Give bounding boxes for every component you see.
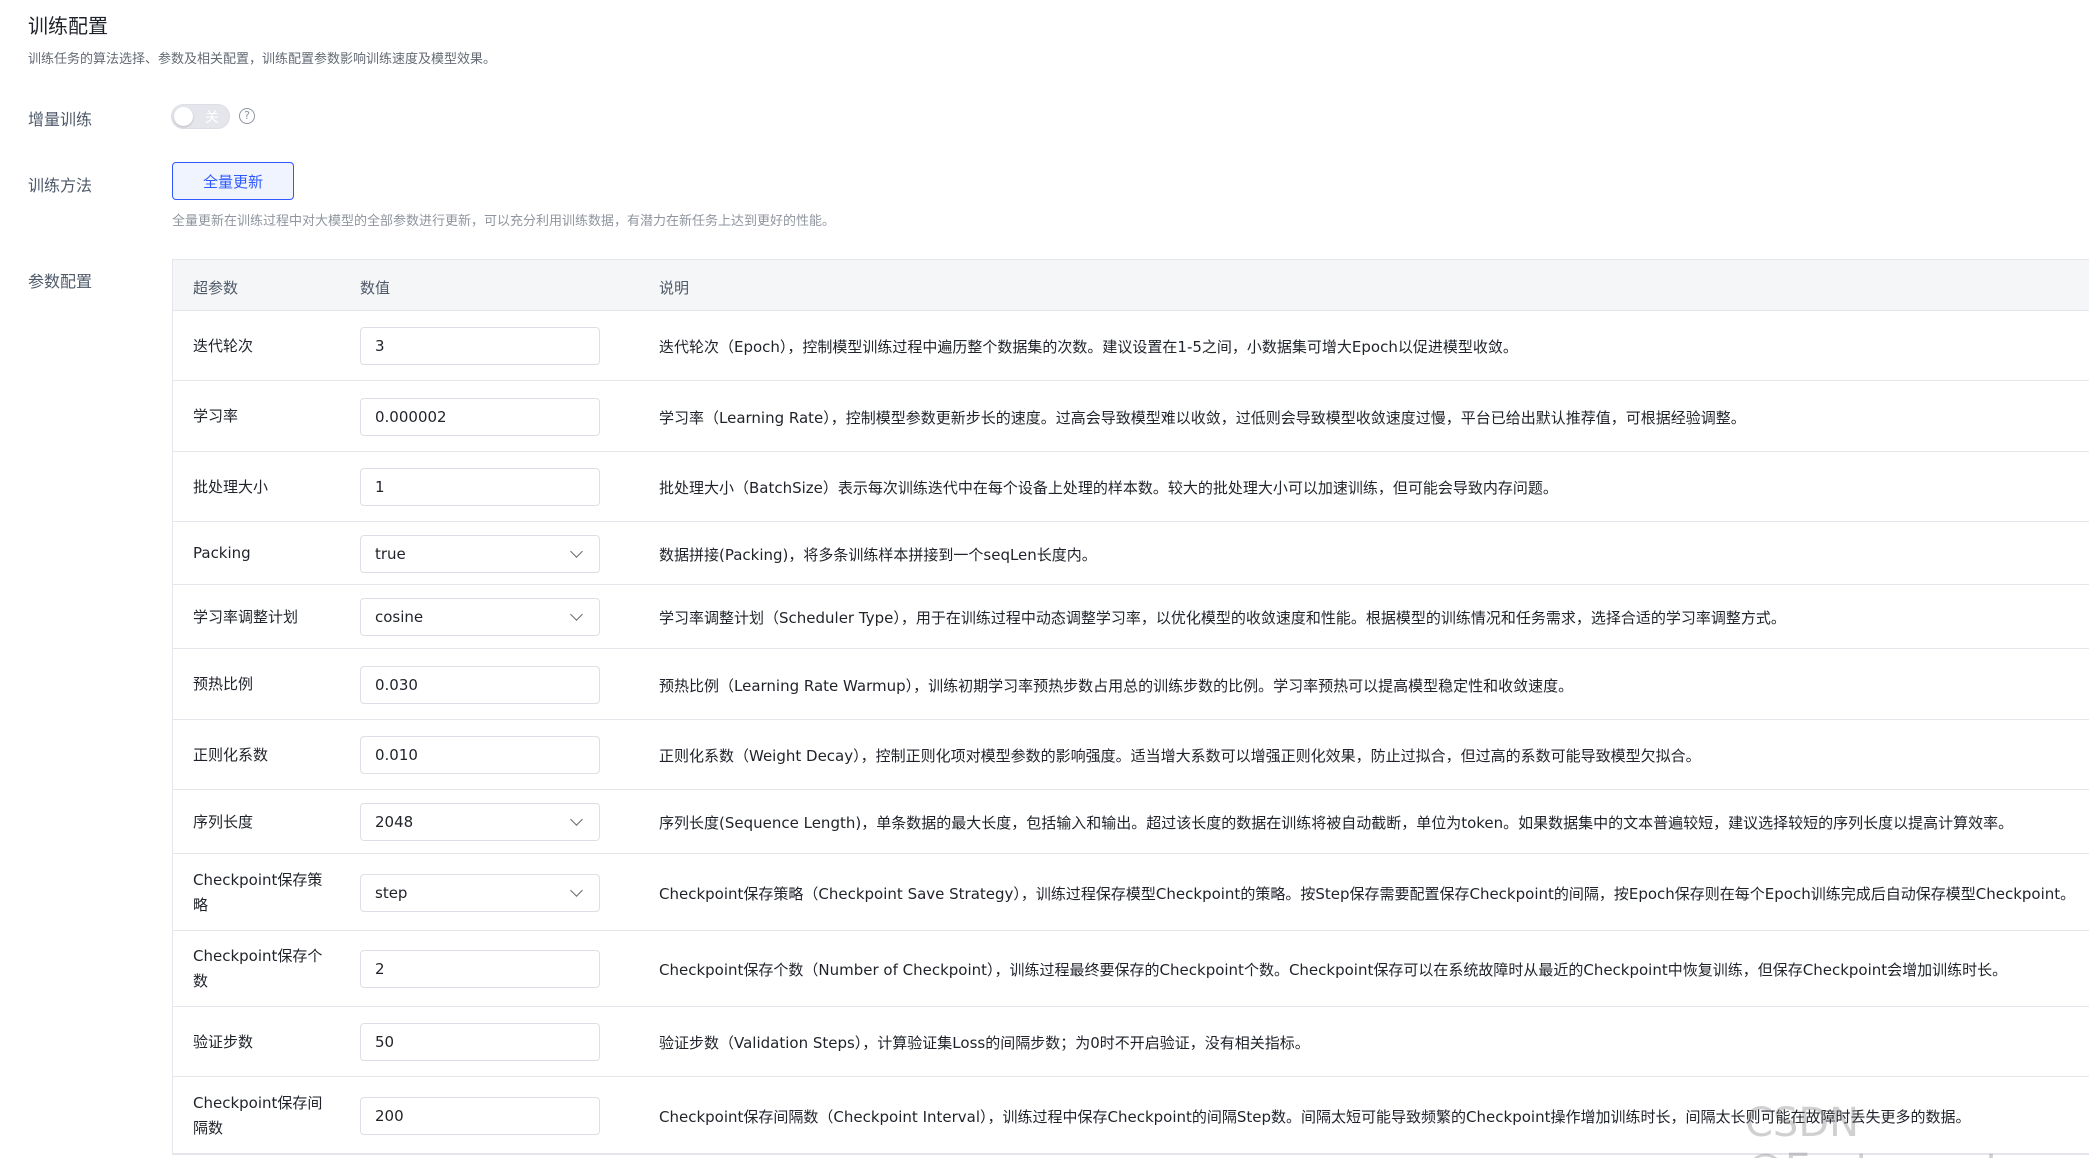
page-title: 训练配置 [28, 14, 108, 38]
param-name: 批处理大小 [193, 477, 269, 496]
param-description: 验证步数（Validation Steps），计算验证集Loss的间隔步数；为0… [659, 1034, 1310, 1052]
param-input[interactable]: 3 [360, 327, 600, 365]
table-row: 学习率 0.000002 学习率（Learning Rate），控制模型参数更新步长… [173, 381, 2089, 452]
table-row: 学习率调整计划 cosine 学习率调整计划（Scheduler Type），用于在… [173, 585, 2089, 649]
param-name: 迭代轮次 [193, 336, 254, 355]
param-description: 学习率调整计划（Scheduler Type），用于在训练过程中动态调整学习率，… [659, 609, 1786, 627]
param-input[interactable]: 0.010 [360, 736, 600, 774]
params-table: 超参数 数值 说明 迭代轮次 3 迭代轮次（Epoch），控制模型训练过程中遍历整个… [172, 259, 2089, 1155]
param-value: 3 [375, 337, 385, 355]
param-select[interactable]: step [360, 873, 600, 912]
param-input[interactable]: 2 [360, 950, 600, 988]
param-name: 学习率调整计划 [193, 607, 299, 626]
chevron-down-icon [570, 544, 583, 558]
param-value: 2 [375, 960, 385, 978]
table-row: 预热比例 0.030 预热比例（Learning Rate Warmup），训练初期… [173, 649, 2089, 720]
table-header: 超参数 数值 说明 [173, 260, 2089, 311]
table-row: 批处理大小 1 批处理大小（BatchSize）表示每次训练迭代中在每个设备上处理的… [173, 452, 2089, 522]
table-row: 验证步数 50 验证步数（Validation Steps），计算验证集Loss的间… [173, 1007, 2089, 1077]
full-update-button[interactable]: 全量更新 [172, 162, 294, 200]
column-header-value: 数值 [360, 279, 391, 297]
help-icon[interactable]: ? [239, 108, 255, 124]
param-name: 验证步数 [193, 1032, 254, 1051]
param-value: 50 [375, 1033, 395, 1051]
param-name: 正则化系数 [193, 745, 269, 764]
param-value: true [375, 544, 406, 563]
param-description: 迭代轮次（Epoch），控制模型训练过程中遍历整个数据集的次数。建议设置在1-5… [659, 338, 1518, 356]
param-value: 2048 [375, 813, 414, 831]
method-description: 全量更新在训练过程中对大模型的全部参数进行更新，可以充分利用训练数据，有潜力在新… [172, 214, 836, 229]
incremental-toggle[interactable]: 关 [171, 104, 230, 129]
table-row: 正则化系数 0.010 正则化系数（Weight Decay），控制正则化项对模型参… [173, 720, 2089, 790]
param-name: Checkpoint保存间隔数 [193, 1093, 323, 1137]
table-row: Packing true 数据拼接(Packing)，将多条训练样本拼接到一个seq… [173, 522, 2089, 585]
param-value: cosine [375, 608, 424, 626]
param-value: 0.010 [375, 746, 418, 764]
param-description: 批处理大小（BatchSize）表示每次训练迭代中在每个设备上处理的样本数。较大… [659, 479, 1558, 497]
toggle-text: 关 [205, 110, 219, 126]
param-description: 学习率（Learning Rate），控制模型参数更新步长的速度。过高会导致模型… [659, 408, 1746, 427]
param-value: 200 [375, 1106, 404, 1125]
chevron-down-icon [570, 608, 583, 621]
param-name: Packing [193, 544, 251, 562]
params-label: 参数配置 [28, 272, 93, 291]
column-header-desc: 说明 [659, 279, 690, 297]
param-description: 数据拼接(Packing)，将多条训练样本拼接到一个seqLen长度内。 [659, 545, 1097, 564]
param-input[interactable]: 0.000002 [360, 397, 600, 436]
param-name: 序列长度 [193, 812, 254, 831]
param-value: 0.030 [375, 675, 418, 694]
param-name: Checkpoint保存个数 [193, 947, 323, 990]
watermark: CSDN @Eastmount [1745, 1100, 2001, 1158]
param-select[interactable]: 2048 [360, 803, 600, 841]
param-value: step [375, 883, 408, 902]
param-description: 预热比例（Learning Rate Warmup），训练初期学习率预热步数占用… [659, 676, 1574, 695]
param-description: Checkpoint保存策略（Checkpoint Save Strategy）… [659, 884, 2076, 903]
param-input[interactable]: 200 [360, 1096, 600, 1135]
param-select[interactable]: cosine [360, 598, 600, 636]
param-name: 预热比例 [193, 675, 254, 693]
param-name: Checkpoint保存策略 [193, 870, 323, 914]
param-value: 0.000002 [375, 407, 447, 426]
chevron-down-icon [570, 883, 583, 897]
page-description: 训练任务的算法选择、参数及相关配置，训练配置参数影响训练速度及模型效果。 [28, 52, 497, 67]
incremental-label: 增量训练 [28, 110, 93, 129]
param-input[interactable]: 0.030 [360, 665, 600, 704]
param-input[interactable]: 50 [360, 1023, 600, 1061]
table-row: Checkpoint保存个数 2 Checkpoint保存个数（Number of … [173, 931, 2089, 1007]
param-select[interactable]: true [360, 534, 600, 573]
param-value: 1 [375, 478, 385, 496]
table-row: Checkpoint保存策略 step Checkpoint保存策略（Checkpo… [173, 854, 2089, 931]
table-row: 迭代轮次 3 迭代轮次（Epoch），控制模型训练过程中遍历整个数据集的次数。建议设… [173, 311, 2089, 381]
column-header-param: 超参数 [193, 279, 239, 297]
param-description: 序列长度(Sequence Length)，单条数据的最大长度，包括输入和输出。… [659, 814, 2014, 832]
param-description: 正则化系数（Weight Decay），控制正则化项对模型参数的影响强度。适当增… [659, 747, 1701, 765]
table-row: 序列长度 2048 序列长度(Sequence Length)，单条数据的最大长度，… [173, 790, 2089, 854]
param-input[interactable]: 1 [360, 468, 600, 506]
param-name: 学习率 [193, 407, 239, 425]
method-label: 训练方法 [28, 176, 93, 195]
param-description: Checkpoint保存个数（Number of Checkpoint），训练过… [659, 961, 2008, 979]
chevron-down-icon [570, 813, 583, 826]
toggle-knob [174, 107, 193, 126]
